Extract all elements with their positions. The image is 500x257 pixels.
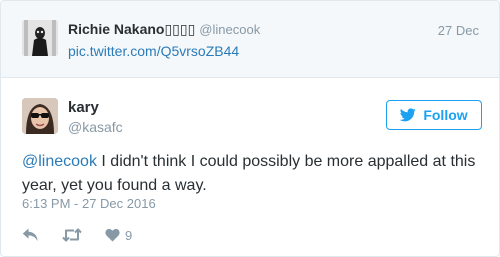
like-count: 9 xyxy=(125,227,133,243)
retweet-icon xyxy=(62,228,82,242)
author-name[interactable]: kary xyxy=(68,99,99,116)
context-pic-link[interactable]: pic.twitter.com/Q5vrsoZB44 xyxy=(68,43,239,59)
like-button[interactable]: 9 xyxy=(105,228,132,243)
context-tweet-date[interactable]: 27 Dec xyxy=(438,23,479,38)
context-author-name[interactable]: Richie Nakano▯▯▯▯ @linecook xyxy=(68,21,260,38)
author-handle[interactable]: @kasafc xyxy=(68,119,123,135)
reply-button[interactable] xyxy=(22,228,39,242)
quoted-context-tweet[interactable]: Richie Nakano▯▯▯▯ @linecook 27 Dec pic.tw… xyxy=(1,1,499,78)
tweet-timestamp[interactable]: 6:13 PM - 27 Dec 2016 xyxy=(22,196,156,211)
twitter-bird-icon xyxy=(400,108,417,122)
author-avatar[interactable] xyxy=(22,98,58,134)
context-author-handle[interactable]: @linecook xyxy=(199,22,260,37)
tweet-actions: 9 xyxy=(22,225,132,245)
mention-link[interactable]: @linecook xyxy=(22,153,97,170)
tweet-text: @linecook I didn't think I could possibl… xyxy=(22,150,482,198)
embedded-tweet-card: Richie Nakano▯▯▯▯ @linecook 27 Dec pic.tw… xyxy=(0,0,500,257)
follow-button-label: Follow xyxy=(423,107,468,123)
reply-icon xyxy=(22,228,39,242)
context-author-avatar[interactable] xyxy=(22,20,58,56)
follow-button[interactable]: Follow xyxy=(386,100,482,130)
retweet-button[interactable] xyxy=(62,228,82,242)
heart-icon xyxy=(105,228,120,242)
